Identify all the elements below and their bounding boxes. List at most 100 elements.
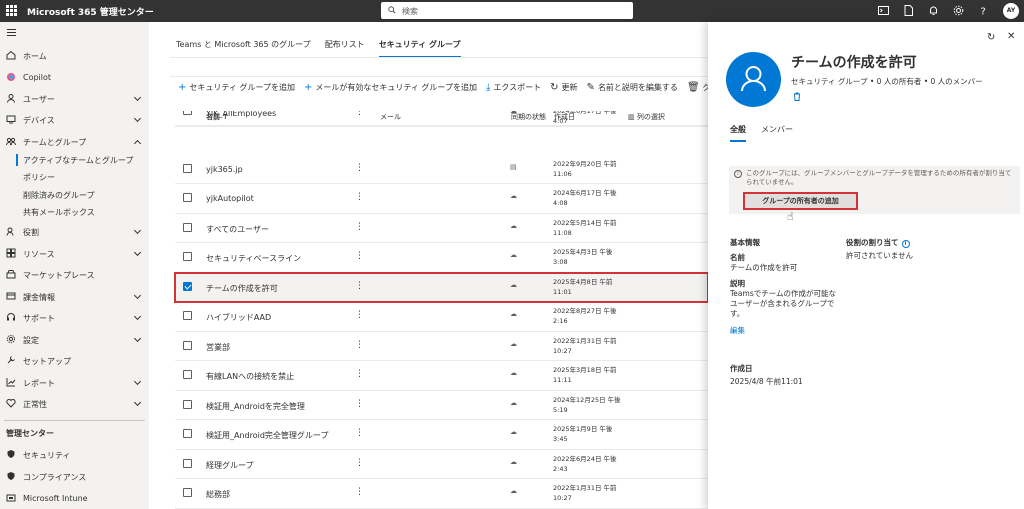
- delete-icon[interactable]: [793, 92, 801, 101]
- sidebar-sub-shared-mailboxes[interactable]: 共有メールボックス: [0, 204, 149, 220]
- export-button[interactable]: ⤓ エクスポート: [486, 82, 541, 93]
- sidebar-sub-active-teams-groups[interactable]: アクティブなチームとグループ: [0, 152, 149, 168]
- row-checkbox[interactable]: [183, 111, 192, 115]
- sidebar-item-marketplace[interactable]: マーケットプレース: [0, 266, 149, 284]
- more-actions-icon[interactable]: ⋮: [355, 310, 364, 320]
- close-icon[interactable]: ✕: [1007, 31, 1015, 42]
- more-actions-icon[interactable]: ⋮: [355, 369, 364, 379]
- row-checkbox[interactable]: [183, 429, 192, 438]
- sidebar-item-billing[interactable]: 課金情報: [0, 288, 149, 306]
- more-actions-icon[interactable]: ⋮: [355, 163, 364, 173]
- more-actions-icon[interactable]: ⋮: [355, 458, 364, 468]
- group-name[interactable]: 営業部: [206, 342, 230, 353]
- more-actions-icon[interactable]: ⋮: [355, 487, 364, 497]
- group-name[interactable]: ハイブリッドAAD: [206, 312, 271, 323]
- document-icon[interactable]: [902, 4, 915, 17]
- row-checkbox[interactable]: [183, 163, 192, 173]
- more-actions-icon[interactable]: ⋮: [355, 111, 364, 117]
- table-row[interactable]: yjkAutopilot ⋮ ☁ 2024年6月17日 午後 4:08: [175, 184, 708, 214]
- table-row[interactable]: 総務部 ⋮ ☁ 2022年1月31日 午前 10:27: [175, 479, 708, 509]
- chevron-down-icon: [133, 334, 142, 343]
- table-row[interactable]: 営業部 ⋮ ☁ 2022年1月31日 午前 10:27: [175, 332, 708, 361]
- sidebar-item-intune[interactable]: Microsoft Intune: [0, 490, 149, 508]
- group-name[interactable]: YJK_AllEmployees: [206, 111, 276, 118]
- info-icon[interactable]: i: [901, 240, 910, 248]
- row-checkbox[interactable]: [183, 193, 192, 202]
- add-group-owner-button[interactable]: グループの所有者の追加: [743, 192, 858, 210]
- group-name[interactable]: チームの作成を許可: [206, 283, 278, 294]
- more-actions-icon[interactable]: ⋮: [355, 340, 364, 350]
- row-checkbox[interactable]: [183, 458, 192, 468]
- sidebar-item-home[interactable]: ホーム: [0, 47, 149, 65]
- sidebar-item-teams-groups[interactable]: チームとグループ: [0, 133, 149, 151]
- row-checkbox[interactable]: [183, 252, 192, 261]
- refresh-icon[interactable]: ↻: [987, 32, 995, 43]
- edit-name-description-button[interactable]: ✎ 名前と説明を編集する: [587, 82, 678, 93]
- sidebar-sub-deleted-groups[interactable]: 削除済みのグループ: [0, 187, 149, 203]
- sidebar-item-support[interactable]: サポート: [0, 309, 149, 327]
- sidebar-item-resources[interactable]: リソース: [0, 245, 149, 263]
- more-actions-icon[interactable]: ⋮: [355, 428, 364, 438]
- row-checkbox[interactable]: [183, 488, 192, 497]
- bell-icon[interactable]: [927, 4, 940, 17]
- edit-link[interactable]: 編集: [730, 325, 745, 336]
- more-actions-icon[interactable]: ⋮: [355, 281, 364, 291]
- tab-general[interactable]: 全般: [730, 124, 746, 142]
- sidebar-item-reports[interactable]: レポート: [0, 374, 149, 392]
- tab-teams-m365-groups[interactable]: Teams と Microsoft 365 のグループ: [176, 39, 311, 58]
- table-row[interactable]: 有線LANへの接続を禁止 ⋮ ☁ 2025年3月18日 午前 11:11: [175, 361, 708, 391]
- sidebar-item-health[interactable]: 正常性: [0, 395, 149, 413]
- sidebar-item-roles[interactable]: 役割: [0, 223, 149, 241]
- table-row[interactable]: セキュリティベースライン ⋮ ☁ 2025年4月3日 午後 3:08: [175, 243, 708, 273]
- hamburger-menu-icon[interactable]: [7, 29, 16, 36]
- group-name[interactable]: yjk365.jp: [206, 165, 243, 174]
- group-name[interactable]: yjkAutopilot: [206, 194, 254, 203]
- row-checkbox[interactable]: [183, 222, 192, 232]
- row-checkbox[interactable]: [183, 399, 192, 409]
- sidebar-item-copilot[interactable]: Copilot: [0, 69, 149, 87]
- tab-security-groups[interactable]: セキュリティ グループ: [378, 39, 461, 58]
- sidebar-item-security[interactable]: セキュリティ: [0, 446, 149, 464]
- add-security-group-button[interactable]: + セキュリティ グループを追加: [178, 82, 295, 93]
- group-name[interactable]: 経理グループ: [206, 460, 254, 471]
- sidebar-item-devices[interactable]: デバイス: [0, 111, 149, 129]
- more-actions-icon[interactable]: ⋮: [355, 251, 364, 261]
- sidebar-item-settings[interactable]: 設定: [0, 331, 149, 349]
- table-row[interactable]: 検証用_Android完全管理グループ ⋮ ☁ 2025年1月9日 午後 3:45: [175, 420, 708, 450]
- table-row[interactable]: ハイブリッドAAD ⋮ ☁ 2022年8月27日 午後 2:16: [175, 302, 708, 332]
- table-row[interactable]: yjk365.jp ⋮ ▤ 2022年9月20日 午前 11:06: [175, 155, 708, 184]
- add-mail-enabled-security-group-button[interactable]: + メールが有効なセキュリティ グループを追加: [304, 82, 477, 93]
- more-actions-icon[interactable]: ⋮: [355, 222, 364, 232]
- tab-distribution-lists[interactable]: 配布リスト: [325, 39, 365, 58]
- group-name[interactable]: 総務部: [206, 489, 230, 500]
- sidebar-item-users[interactable]: ユーザー: [0, 90, 149, 108]
- table-row[interactable]: YJK_AllEmployees ⋮ ☁ 2024年6月17日 午後 4:07: [175, 111, 708, 127]
- gear-icon[interactable]: [952, 4, 965, 17]
- group-name[interactable]: 検証用_Androidを完全管理: [206, 401, 305, 412]
- row-checkbox[interactable]: [183, 340, 192, 350]
- help-icon[interactable]: ?: [977, 4, 990, 18]
- table-row[interactable]: チームの作成を許可 ⋮ ☁ 2025年4月8日 午前 11:01: [174, 271, 709, 303]
- group-name[interactable]: 検証用_Android完全管理グループ: [206, 430, 328, 441]
- tab-members[interactable]: メンバー: [761, 124, 793, 142]
- search-box[interactable]: 検索: [381, 2, 633, 19]
- sidebar-item-compliance[interactable]: コンプライアンス: [0, 468, 149, 486]
- more-actions-icon[interactable]: ⋮: [355, 399, 364, 409]
- user-avatar[interactable]: AY: [1003, 3, 1019, 19]
- row-checkbox[interactable]: [183, 370, 192, 379]
- group-name[interactable]: すべてのユーザー: [206, 224, 269, 235]
- sidebar-sub-policies[interactable]: ポリシー: [0, 169, 149, 185]
- more-actions-icon[interactable]: ⋮: [355, 192, 364, 202]
- table-row[interactable]: 経理グループ ⋮ ☁ 2022年6月24日 午後 2:43: [175, 450, 708, 479]
- table-row[interactable]: 検証用_Androidを完全管理 ⋮ ☁ 2024年12月25日 午後 5:19: [175, 391, 708, 420]
- row-checkbox[interactable]: [183, 281, 192, 291]
- group-name[interactable]: セキュリティベースライン: [206, 253, 301, 264]
- refresh-button[interactable]: ↻ 更新: [550, 82, 577, 93]
- terminal-icon[interactable]: [877, 4, 890, 17]
- row-checkbox[interactable]: [183, 311, 192, 320]
- sidebar-item-setup[interactable]: セットアップ: [0, 352, 149, 370]
- app-launcher-icon[interactable]: [6, 5, 17, 16]
- table-row[interactable]: すべてのユーザー ⋮ ☁ 2022年5月14日 午前 11:08: [175, 214, 708, 243]
- group-name[interactable]: 有線LANへの接続を禁止: [206, 371, 294, 382]
- app-title[interactable]: Microsoft 365 管理センター: [27, 5, 154, 18]
